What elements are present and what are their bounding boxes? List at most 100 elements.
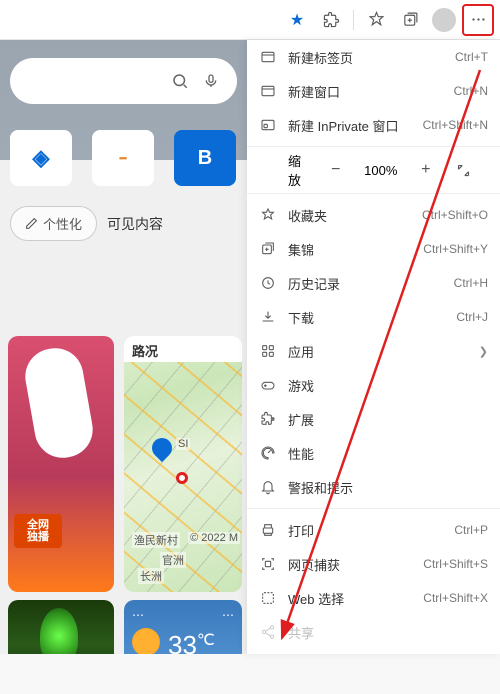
- menu-games[interactable]: 游戏: [247, 368, 500, 402]
- menu-find[interactable]: 在页面上查找 Ctrl+F: [247, 649, 500, 654]
- collections-icon: [259, 241, 276, 258]
- menu-shortcut: Ctrl+Shift+O: [422, 208, 488, 222]
- performance-icon: [259, 445, 276, 462]
- menu-label: 收藏夹: [288, 206, 410, 225]
- chevron-right-icon: ❯: [479, 345, 488, 358]
- menu-label: 网页捕获: [288, 555, 411, 574]
- map-label: 长洲: [138, 568, 164, 584]
- menu-shortcut: Ctrl+N: [454, 84, 488, 98]
- apps-icon: [259, 343, 276, 360]
- menu-label: 扩展: [288, 410, 488, 429]
- menu-alerts[interactable]: 警报和提示: [247, 470, 500, 504]
- menu-downloads[interactable]: 下载 Ctrl+J: [247, 300, 500, 334]
- menu-performance[interactable]: 性能: [247, 436, 500, 470]
- quick-links: ◈ ━ B: [0, 122, 247, 192]
- traffic-header: 路况: [124, 336, 242, 362]
- collections-toolbar-icon[interactable]: [394, 4, 426, 36]
- menu-new-inprivate[interactable]: 新建 InPrivate 窗口 Ctrl+Shift+N: [247, 108, 500, 142]
- history-icon: [259, 275, 276, 292]
- menu-label: 新建窗口: [288, 82, 442, 101]
- new-window-icon: [259, 83, 276, 100]
- menu-label: 打印: [288, 521, 442, 540]
- more-menu-button[interactable]: [462, 4, 494, 36]
- menu-new-window[interactable]: 新建窗口 Ctrl+N: [247, 74, 500, 108]
- games-icon: [259, 377, 276, 394]
- menu-label: 集锦: [288, 240, 411, 259]
- web-select-icon: [259, 590, 276, 607]
- menu-label: 性能: [288, 444, 488, 463]
- search-icon: [171, 72, 189, 90]
- exclusive-badge: 全网独播: [14, 514, 62, 548]
- sun-icon: [132, 628, 160, 654]
- menu-label: 警报和提示: [288, 478, 488, 497]
- browser-toolbar: ★: [0, 0, 500, 40]
- menu-shortcut: Ctrl+H: [454, 276, 488, 290]
- capture-icon: [259, 556, 276, 573]
- zoom-out-button[interactable]: −: [322, 156, 350, 184]
- menu-shortcut: Ctrl+Shift+S: [423, 557, 488, 571]
- menu-print[interactable]: 打印 Ctrl+P: [247, 513, 500, 547]
- zoom-in-button[interactable]: +: [412, 156, 440, 184]
- new-tab-icon: [259, 49, 276, 66]
- menu-extensions[interactable]: 扩展: [247, 402, 500, 436]
- inprivate-icon: [259, 117, 276, 134]
- favorites-star-icon[interactable]: ★: [281, 4, 313, 36]
- weather-card[interactable]: ⋯⋯ 33℃ 清淡: [124, 600, 242, 654]
- extensions-menu-icon: [259, 411, 276, 428]
- bell-icon: [259, 479, 276, 496]
- menu-apps[interactable]: 应用 ❯: [247, 334, 500, 368]
- extensions-icon[interactable]: [315, 4, 347, 36]
- menu-shortcut: Ctrl+Shift+Y: [423, 242, 488, 256]
- zoom-value: 100%: [360, 163, 402, 178]
- news-card[interactable]: 全网独播: [8, 336, 114, 592]
- map-attribution: © 2022 M: [188, 532, 240, 544]
- menu-label: 历史记录: [288, 274, 442, 293]
- menu-label: Web 选择: [288, 589, 411, 608]
- map-label: 渔民新村: [132, 532, 180, 548]
- share-icon: [259, 624, 276, 641]
- print-icon: [259, 522, 276, 539]
- mic-icon: [203, 73, 219, 89]
- map-label: 官洲: [160, 552, 186, 568]
- page-content: ◈ ━ B 个性化 可见内容 全网独播 路况 SI 渔民新村 © 2022 M …: [0, 40, 247, 654]
- profile-avatar[interactable]: [428, 4, 460, 36]
- menu-shortcut: Ctrl+T: [455, 50, 488, 64]
- menu-collections[interactable]: 集锦 Ctrl+Shift+Y: [247, 232, 500, 266]
- menu-share: 共享: [247, 615, 500, 649]
- menu-label: 新建标签页: [288, 48, 443, 67]
- news-card[interactable]: [8, 600, 114, 654]
- menu-label: 应用: [288, 342, 467, 361]
- temperature-unit: ℃: [197, 632, 215, 649]
- menu-web-select[interactable]: Web 选择 Ctrl+Shift+X: [247, 581, 500, 615]
- menu-shortcut: Ctrl+P: [454, 523, 488, 537]
- map-label: SI: [176, 438, 190, 450]
- separator: [353, 10, 354, 30]
- menu-shortcut: Ctrl+Shift+N: [423, 118, 488, 132]
- quick-link-tile[interactable]: ◈: [10, 130, 72, 186]
- settings-menu: 新建标签页 Ctrl+T 新建窗口 Ctrl+N 新建 InPrivate 窗口…: [247, 40, 500, 654]
- traffic-card[interactable]: 路况 SI 渔民新村 © 2022 M 官洲 长洲: [124, 336, 242, 592]
- menu-zoom: 缩放 − 100% +: [247, 151, 500, 189]
- favorites-icon: [259, 207, 276, 224]
- quick-link-tile[interactable]: ━: [92, 130, 154, 186]
- feed-controls: 个性化 可见内容: [0, 192, 247, 255]
- personalize-label: 个性化: [43, 214, 82, 233]
- visible-content-label[interactable]: 可见内容: [107, 214, 163, 234]
- menu-web-capture[interactable]: 网页捕获 Ctrl+Shift+S: [247, 547, 500, 581]
- menu-label: 游戏: [288, 376, 488, 395]
- menu-label: 新建 InPrivate 窗口: [288, 116, 411, 135]
- search-box[interactable]: [10, 58, 237, 104]
- zoom-label: 缩放: [259, 151, 312, 189]
- menu-shortcut: Ctrl+J: [456, 310, 488, 324]
- favorites-toolbar-icon[interactable]: [360, 4, 392, 36]
- quick-link-tile[interactable]: B: [174, 130, 236, 186]
- menu-shortcut: Ctrl+Shift+X: [423, 591, 488, 605]
- fullscreen-button[interactable]: [450, 156, 478, 184]
- personalize-button[interactable]: 个性化: [10, 206, 97, 241]
- download-icon: [259, 309, 276, 326]
- menu-favorites[interactable]: 收藏夹 Ctrl+Shift+O: [247, 198, 500, 232]
- pencil-icon: [25, 217, 38, 230]
- menu-history[interactable]: 历史记录 Ctrl+H: [247, 266, 500, 300]
- menu-new-tab[interactable]: 新建标签页 Ctrl+T: [247, 40, 500, 74]
- temperature-value: 33: [168, 630, 197, 654]
